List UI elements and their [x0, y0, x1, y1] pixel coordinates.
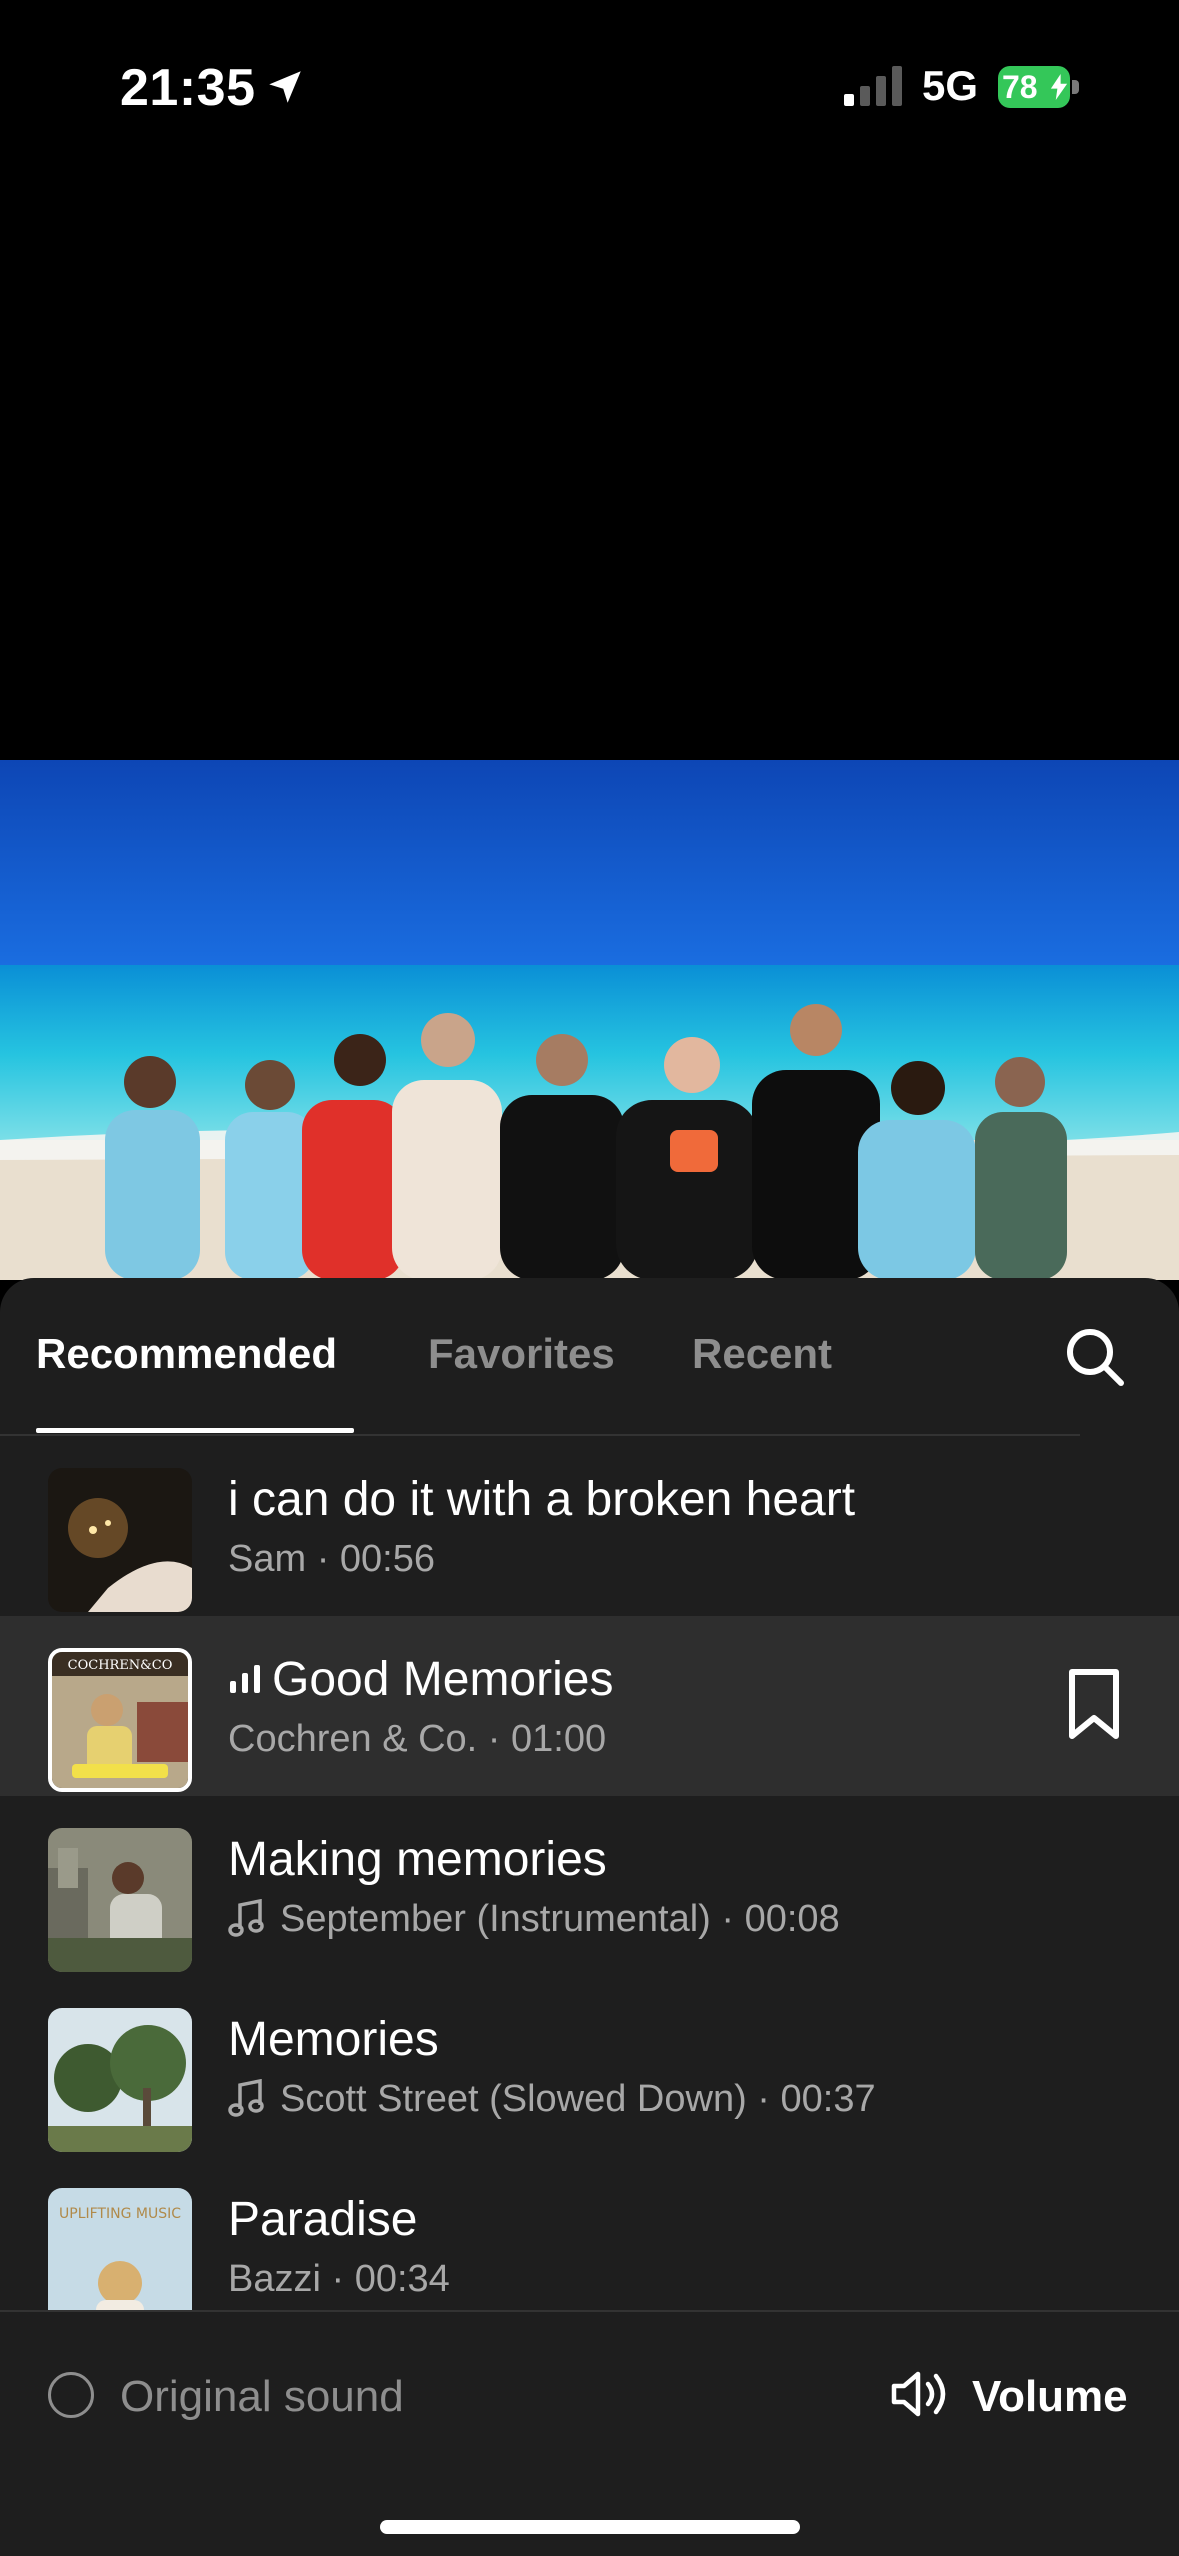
bottom-controls: Original sound Volume [0, 2312, 1179, 2556]
charging-bolt-icon [1050, 74, 1068, 100]
tab-favorites[interactable]: Favorites [428, 1330, 615, 1378]
song-subtitle: Scott Street (Slowed Down) · 00:37 [228, 2078, 876, 2121]
status-time: 21:35 [120, 59, 256, 117]
volume-icon[interactable] [890, 2368, 950, 2420]
original-sound-label[interactable]: Original sound [120, 2372, 404, 2422]
photo-preview [0, 760, 1179, 1280]
tab-bar: Recommended Favorites Recent [0, 1278, 1179, 1434]
volume-label[interactable]: Volume [972, 2372, 1128, 2422]
active-tab-indicator [36, 1428, 354, 1433]
music-note-icon [228, 2079, 264, 2117]
song-thumbnail [48, 1468, 192, 1612]
song-row[interactable]: UPLIFTING MUSIC Paradise Bazzi · 00:34 [0, 2156, 1179, 2310]
song-list: i can do it with a broken heart Sam · 00… [0, 1436, 1179, 2310]
music-note-icon [228, 1899, 264, 1937]
status-bar: 21:35 5G 78 [0, 0, 1179, 170]
song-thumbnail [48, 2008, 192, 2152]
song-thumbnail [48, 1828, 192, 1972]
song-subtitle: September (Instrumental) · 00:08 [228, 1898, 840, 1941]
cellular-signal-icon [844, 66, 902, 106]
original-sound-radio[interactable] [48, 2372, 94, 2418]
song-title: Memories [228, 2013, 439, 2066]
song-subtitle: Bazzi · 00:34 [228, 2258, 450, 2300]
song-row[interactable]: Memories Scott Street (Slowed Down) · 00… [0, 1976, 1179, 2156]
song-row[interactable]: Making memories September (Instrumental)… [0, 1796, 1179, 1976]
song-title-text: Good Memories [272, 1653, 614, 1706]
home-indicator [380, 2520, 800, 2534]
song-subtitle: Sam · 00:56 [228, 1538, 435, 1580]
song-row-selected[interactable]: COCHREN&CO Good Memories Cochren & Co. ·… [0, 1616, 1179, 1796]
now-playing-bars-icon [230, 1665, 260, 1693]
song-title: Paradise [228, 2193, 418, 2246]
song-thumbnail: UPLIFTING MUSIC [48, 2188, 192, 2310]
battery-level: 78 [1002, 69, 1038, 105]
song-title: Making memories [228, 1833, 607, 1886]
song-row[interactable]: i can do it with a broken heart Sam · 00… [0, 1436, 1179, 1616]
song-title: Good Memories [228, 1652, 613, 1707]
song-title: i can do it with a broken heart [228, 1473, 856, 1526]
tab-recent[interactable]: Recent [692, 1330, 832, 1378]
bookmark-icon[interactable] [1066, 1668, 1122, 1740]
thumb-label: COCHREN&CO [68, 1658, 173, 1673]
song-subtitle-text: September (Instrumental) · 00:08 [280, 1898, 840, 1940]
song-thumbnail: COCHREN&CO [48, 1648, 192, 1792]
song-subtitle-text: Scott Street (Slowed Down) · 00:37 [280, 2078, 876, 2120]
search-icon[interactable] [1064, 1326, 1126, 1388]
group-photo-beach [0, 760, 1179, 1280]
thumb-label: UPLIFTING MUSIC [59, 2206, 181, 2222]
tab-recommended[interactable]: Recommended [36, 1330, 337, 1378]
network-type: 5G [922, 62, 979, 109]
battery-icon: 78 [998, 66, 1080, 108]
song-subtitle: Cochren & Co. · 01:00 [228, 1718, 607, 1760]
music-picker-sheet: Recommended Favorites Recent i can do it… [0, 1278, 1179, 2556]
location-arrow-icon [269, 71, 301, 103]
